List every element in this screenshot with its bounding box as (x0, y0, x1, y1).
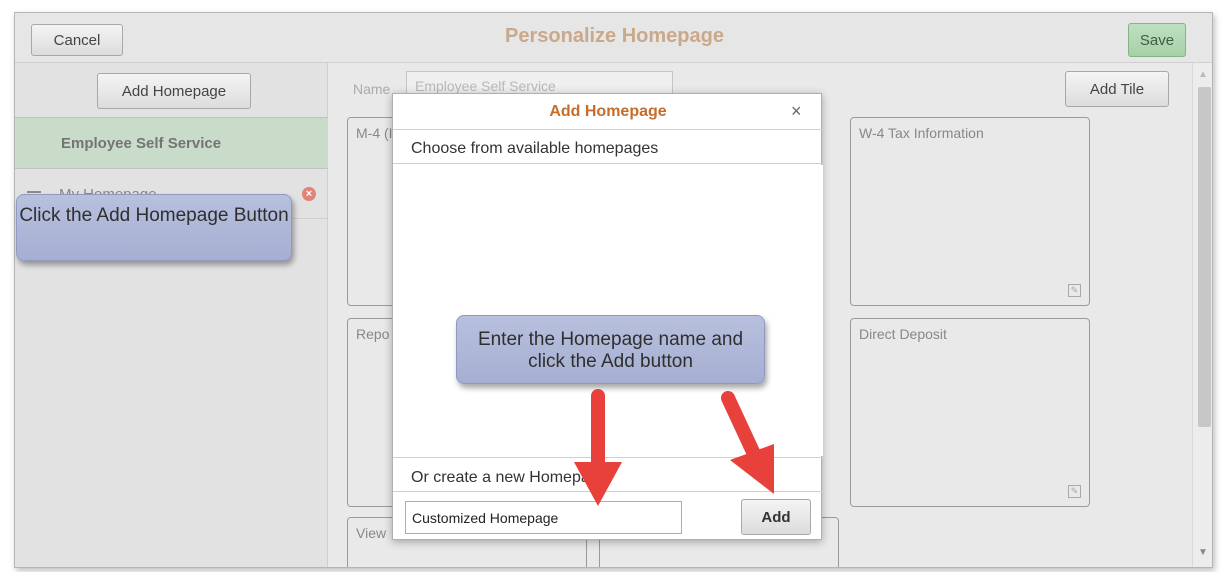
dialog-header: Add Homepage × (393, 94, 823, 130)
top-bar: Cancel Personalize Homepage Save (15, 13, 1212, 63)
sidebar-item-employee-self-service[interactable]: Employee Self Service (15, 117, 328, 169)
tile-title: W-4 Tax Information (859, 125, 984, 141)
scrollbar[interactable]: ▲ ▼ (1192, 63, 1212, 567)
add-homepage-button[interactable]: Add Homepage (97, 73, 251, 109)
available-homepages-list[interactable] (393, 165, 823, 456)
save-button[interactable]: Save (1128, 23, 1186, 57)
tile-direct-deposit[interactable]: Direct Deposit ✎ (850, 318, 1090, 507)
name-label: Name (353, 81, 391, 97)
edit-icon[interactable]: ✎ (1068, 284, 1081, 297)
page-title: Personalize Homepage (505, 25, 724, 47)
tile-title: View (356, 525, 387, 541)
close-icon[interactable]: × (791, 102, 802, 120)
scroll-down-icon[interactable]: ▼ (1198, 547, 1208, 558)
scroll-up-icon[interactable]: ▲ (1198, 69, 1208, 80)
remove-icon[interactable]: × (302, 187, 316, 201)
add-button[interactable]: Add (741, 499, 811, 535)
dialog-instruction-callout: Enter the Homepage name and click the Ad… (456, 315, 765, 384)
scroll-thumb[interactable] (1198, 87, 1211, 427)
tile-title: Repo (356, 326, 390, 342)
add-tile-button[interactable]: Add Tile (1065, 71, 1169, 107)
dialog-title: Add Homepage (549, 103, 667, 120)
tile-w4-tax-information[interactable]: W-4 Tax Information ✎ (850, 117, 1090, 306)
edit-icon[interactable]: ✎ (1068, 485, 1081, 498)
create-homepage-label: Or create a new Homepage (393, 457, 823, 492)
homepage-sidebar: Add Homepage Employee Self Service My Ho… (15, 63, 328, 567)
sidebar-instruction-callout: Click the Add Homepage Button (16, 194, 292, 261)
tile-title: M-4 (I (356, 125, 393, 141)
new-homepage-name-input[interactable]: Customized Homepage (405, 501, 682, 534)
tile-title: Direct Deposit (859, 326, 947, 342)
available-homepages-label: Choose from available homepages (393, 130, 823, 164)
